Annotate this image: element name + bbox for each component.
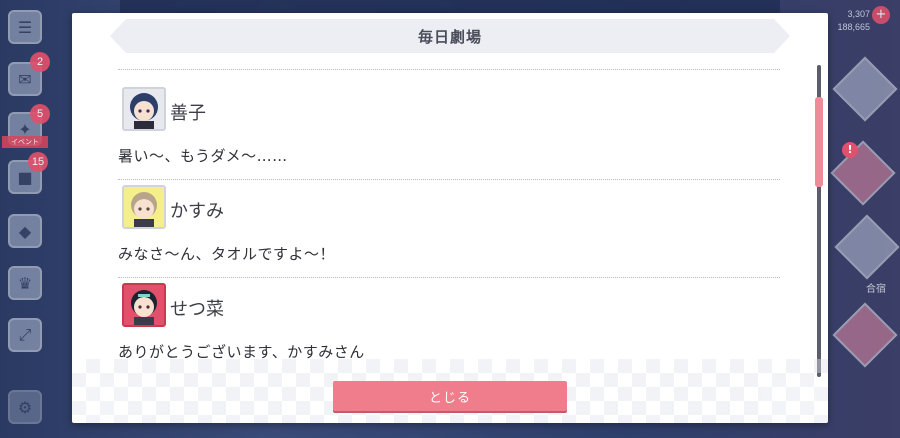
divider [118, 69, 780, 70]
currency-primary: 3,307 [847, 9, 870, 19]
menu-icon[interactable]: ☰ [8, 10, 42, 44]
right-menu-rail: 3,307 188,665 + ! 合宿 [828, 0, 900, 438]
currency-display: 3,307 188,665 [837, 8, 870, 34]
alert-icon: ! [842, 142, 858, 158]
dialog-line: みなさ〜ん、タオルですよ〜！ [118, 245, 336, 263]
divider [118, 277, 780, 278]
modal-title: 毎日劇場 [417, 27, 482, 46]
scrollbar-thumb[interactable] [815, 97, 823, 187]
currency-secondary: 188,665 [837, 22, 870, 32]
speaker-name: せつ菜 [170, 299, 224, 320]
avatar-kasumi-icon [131, 192, 157, 227]
camp-label: 合宿 [866, 284, 886, 295]
avatar-setsuna [122, 283, 166, 327]
speaker-name: かすみ [170, 201, 224, 222]
speaker-name: 善子 [170, 103, 206, 124]
divider [118, 179, 780, 180]
avatar-kasumi [122, 185, 166, 229]
dialog-list[interactable]: 善子 暑い〜、もうダメ〜…… かすみ みなさ〜ん、タオルですよ〜！ せつ菜 あり… [118, 69, 780, 365]
present-badge: 15 [28, 152, 48, 172]
avatar-setsuna-icon [131, 290, 157, 325]
dialog-line: 暑い〜、もうダメ〜…… [118, 147, 288, 165]
fullscreen-icon[interactable]: ⤢ [8, 318, 42, 352]
settings-icon[interactable]: ⚙ [8, 390, 42, 424]
chat-badge: 2 [30, 52, 50, 72]
shop-icon[interactable]: ◆ [8, 214, 42, 248]
add-currency-button[interactable]: + [872, 6, 890, 24]
home-diamond-icon[interactable] [832, 56, 898, 122]
avatar-yoshiko [122, 87, 166, 131]
event-diamond-icon[interactable] [830, 140, 896, 206]
story-diamond-icon[interactable] [832, 302, 898, 368]
event-tag: イベント [2, 136, 48, 148]
avatar-yoshiko-icon [130, 93, 158, 129]
daily-theater-modal: 毎日劇場 善子 暑い〜、もうダメ〜…… かすみ みなさ〜ん、タオルですよ〜！ せ… [72, 13, 828, 423]
modal-header: 毎日劇場 [110, 19, 790, 53]
live-diamond-icon[interactable] [834, 214, 900, 280]
trophy-icon[interactable]: ♛ [8, 266, 42, 300]
close-button[interactable]: とじる [333, 381, 567, 411]
left-menu-rail: ☰ ✉ 2 ✦ 5 イベント ■ 15 ◆ ♛ ⤢ ⚙ [0, 0, 50, 438]
mission-badge: 5 [30, 104, 50, 124]
